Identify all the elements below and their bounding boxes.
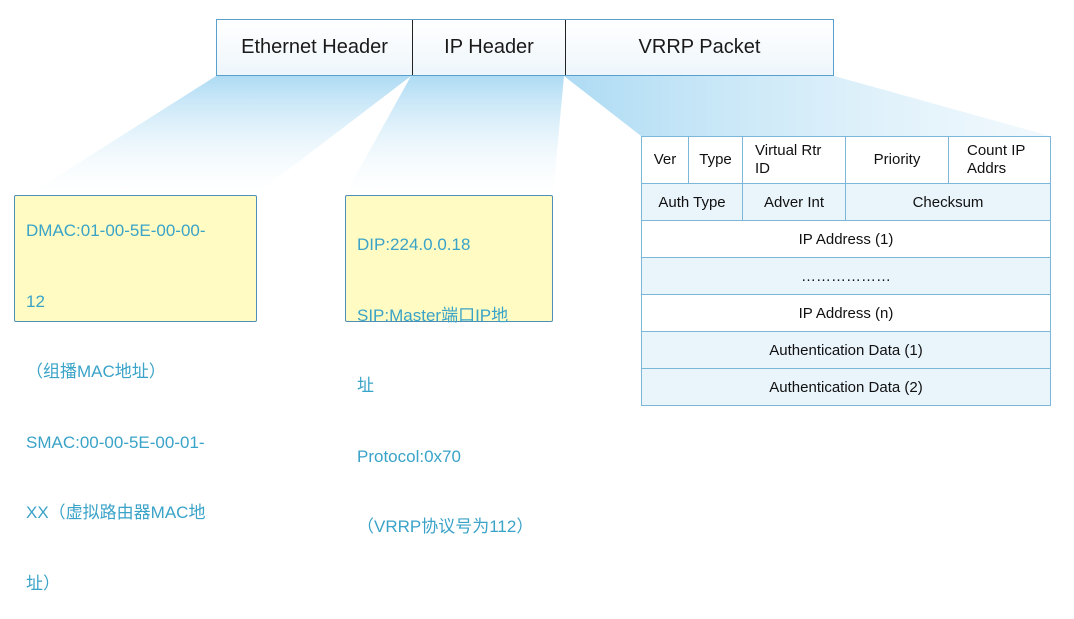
field-checksum: Checksum: [845, 183, 1051, 221]
ip-note-line: 址: [357, 376, 374, 395]
table-row: ………………: [641, 257, 1051, 295]
vrrp-packet-cell: VRRP Packet: [565, 20, 833, 75]
ethernet-header-cell: Ethernet Header: [241, 36, 388, 58]
field-auth-type: Auth Type: [641, 183, 743, 221]
vrrp-packet-table: Ver Type Virtual Rtr ID Priority Count I…: [641, 136, 1051, 406]
field-adver-int: Adver Int: [742, 183, 846, 221]
ip-note-line: Protocol:0x70: [357, 446, 461, 466]
field-count-ip-addrs: Count IP Addrs: [948, 136, 1051, 184]
field-ip-address-last: IP Address (n): [641, 294, 1051, 332]
field-type: Type: [688, 136, 743, 184]
field-ver: Ver: [641, 136, 689, 184]
table-row: Authentication Data (2): [641, 368, 1051, 406]
field-auth-data-1: Authentication Data (1): [641, 331, 1051, 369]
ethernet-note-line: SMAC:00-00-5E-00-01-: [26, 432, 205, 452]
field-ip-address-first: IP Address (1): [641, 220, 1051, 258]
ethernet-note-line: （组播MAC地址）: [26, 362, 166, 381]
field-ellipsis: ………………: [641, 257, 1051, 295]
table-row: Ver Type Virtual Rtr ID Priority Count I…: [641, 136, 1051, 184]
field-auth-data-2: Authentication Data (2): [641, 368, 1051, 406]
ip-note-line: DIP:224.0.0.18: [357, 235, 471, 254]
table-row: Authentication Data (1): [641, 331, 1051, 369]
field-virtual-rtr-id: Virtual Rtr ID: [742, 136, 846, 184]
ethernet-note-line: 址）: [26, 573, 60, 593]
table-row: IP Address (n): [641, 294, 1051, 332]
ethernet-note-line: XX（虚拟路由器MAC地: [26, 503, 206, 522]
vrrp-fan: [564, 76, 1050, 136]
ethernet-note-line: 12: [26, 291, 45, 311]
ip-note-text: DIP:224.0.0.18 SIP:Master端口IP地 址 Protoco…: [357, 186, 557, 562]
ip-note-line: （VRRP协议号为112）: [357, 517, 534, 536]
table-row: IP Address (1): [641, 220, 1051, 258]
ip-note-line: SIP:Master端口IP地: [357, 305, 509, 325]
ethernet-note-line: DMAC:01-00-5E-00-00-: [26, 221, 206, 240]
ip-header-cell: IP Header: [412, 20, 565, 75]
ethernet-note-text: DMAC:01-00-5E-00-00- 12 （组播MAC地址） SMAC:0…: [26, 172, 266, 619]
table-row: Auth Type Adver Int Checksum: [641, 183, 1051, 221]
packet-header-bar: Ethernet Header IP Header VRRP Packet: [216, 19, 834, 76]
field-priority: Priority: [845, 136, 949, 184]
